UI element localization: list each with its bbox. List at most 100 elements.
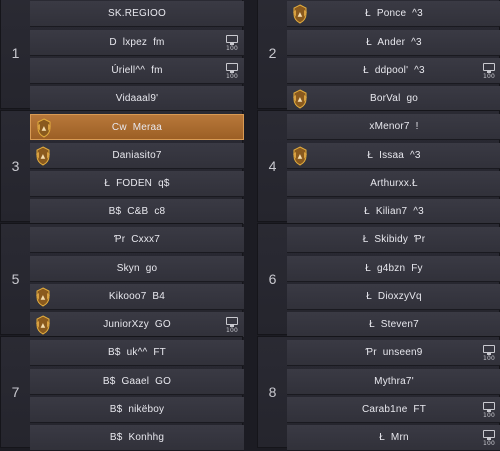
rank-badge-icon: ▲ [291,89,309,109]
player-name: Kikooo7 B4 [108,291,166,302]
player-slot[interactable]: Ł Kilian7 ^3 [287,199,500,225]
player-slot[interactable]: Mythra7' [287,369,500,395]
player-slot[interactable]: ▲ JuniorXzy GO 100 [30,312,244,338]
player-name: BorVal go [370,93,418,104]
player-slot[interactable]: ▲ BorVal go [287,86,500,112]
player-slot[interactable]: ▲ Daniasito7 [30,143,244,169]
player-name: Ł Ander ^3 [366,37,422,48]
team-number: 7 [11,384,20,400]
team-3-panel: 3 ▲ Cw Meraa ▲ Daniasito7 Ł FODEN q$ B$ C&B c8 [0,110,244,225]
spectate-monitor-icon[interactable]: 100 [481,344,497,362]
spectate-monitor-icon[interactable]: 100 [481,401,497,419]
player-slot[interactable]: B$ nikëboy [30,397,244,423]
player-name: Ł Kilian7 ^3 [364,206,424,217]
monitor-label: 100 [482,412,496,419]
player-name: SK.REGIOO [108,8,166,19]
spectate-monitor-icon[interactable]: 100 [224,316,240,334]
player-name: Ƥr Cxxx7 [113,234,160,245]
player-name: Ł g4bzn Fy [365,263,423,274]
player-slot[interactable]: B$ C&B c8 [30,199,244,225]
team-6-panel: 6 Ł Skibidy Ƥr Ł g4bzn Fy Ł DioxzyVq Ł Steve… [257,223,500,338]
player-name: B$ nikëboy [109,404,165,415]
player-name: B$ uk^^ FT [108,347,166,358]
svg-text:▲: ▲ [42,125,47,132]
player-name: Ł Steven7 [369,319,419,330]
monitor-label: 100 [225,327,239,334]
player-slot[interactable]: D lxpez fm 100 [30,30,244,56]
player-slot[interactable]: ▲ Kikooo7 B4 [30,284,244,310]
player-slot[interactable]: ▲ Ł Ponce ^3 [287,1,500,27]
team-number: 6 [268,271,277,287]
svg-text:▲: ▲ [298,11,303,18]
player-name: xMenor7 ! [369,121,419,132]
monitor-label: 100 [482,440,496,447]
player-name: Ƥr unseen9 [365,347,423,358]
monitor-label: 100 [482,355,496,362]
player-slot[interactable]: B$ Konhhg [30,425,244,451]
player-slot[interactable]: Ł Ander ^3 [287,30,500,56]
player-slot[interactable]: Úriell^^ fm 100 [30,58,244,84]
player-slot[interactable]: Carab1ne FT 100 [287,397,500,423]
player-name: Ł Skibidy Ƥr [362,234,426,245]
player-name: Mythra7' [374,376,414,387]
player-name: B$ C&B c8 [108,206,166,217]
player-slot[interactable]: Ƥr Cxxx7 [30,227,244,253]
svg-text:▲: ▲ [298,153,303,160]
player-slot[interactable]: Ł FODEN q$ [30,171,244,197]
rank-badge-icon: ▲ [34,315,52,335]
svg-text:▲: ▲ [41,322,46,329]
player-slot[interactable]: Ł g4bzn Fy [287,256,500,282]
player-slot[interactable]: SK.REGIOO [30,1,244,27]
spectate-monitor-icon[interactable]: 100 [481,429,497,447]
player-slot[interactable]: Vidaaal9' [30,86,244,112]
player-name: Arthurxx.Ł [370,178,418,189]
player-slot[interactable]: Ł ddpool' ^3 100 [287,58,500,84]
player-name: Ł Ponce ^3 [365,8,423,19]
player-name: Skyn go [116,263,158,274]
team-number: 8 [268,384,277,400]
monitor-label: 100 [225,73,239,80]
team-5-panel: 5 Ƥr Cxxx7 Skyn go ▲ Kikooo7 B4 ▲ JuniorXzy GO… [0,223,244,338]
team-number: 3 [11,158,20,174]
team-7-panel: 7 B$ uk^^ FT B$ Gaael GO B$ nikëboy B$ Konhh… [0,336,244,451]
team-8-panel: 8 Ƥr unseen9 100 Mythra7' Carab1ne FT 100 Ł Mr… [257,336,500,451]
rank-badge-icon: ▲ [291,4,309,24]
player-name: Ł Issaa ^3 [367,150,421,161]
player-name: Cw Meraa [111,121,163,133]
player-name: Daniasito7 [112,150,162,161]
spectate-monitor-icon[interactable]: 100 [224,62,240,80]
svg-text:▲: ▲ [41,153,46,160]
player-slot[interactable]: Ł Mrn 100 [287,425,500,451]
player-slot[interactable]: Ƥr unseen9 100 [287,340,500,366]
player-name: B$ Gaael GO [102,376,172,387]
player-slot[interactable]: B$ Gaael GO [30,369,244,395]
team-number: 2 [268,45,277,61]
player-name: Ł Mrn [379,432,409,443]
player-slot[interactable]: Ł Skibidy Ƥr [287,227,500,253]
player-slot[interactable]: ▲ Ł Issaa ^3 [287,143,500,169]
svg-text:▲: ▲ [298,96,303,103]
player-slot[interactable]: Ł Steven7 [287,312,500,338]
player-slot[interactable]: B$ uk^^ FT [30,340,244,366]
player-slot[interactable]: xMenor7 ! [287,114,500,140]
monitor-label: 100 [225,45,239,52]
svg-text:▲: ▲ [41,294,46,301]
monitor-label: 100 [482,73,496,80]
player-name: Ł FODEN q$ [104,178,170,189]
player-name: D lxpez fm [109,37,165,48]
player-name: Ł ddpool' ^3 [363,65,425,76]
player-slot[interactable]: ▲ Cw Meraa [30,114,244,140]
team-2-panel: 2 ▲ Ł Ponce ^3 Ł Ander ^3 Ł ddpool' ^3 100 ▲ Bo… [257,0,500,112]
player-slot[interactable]: Ł DioxzyVq [287,284,500,310]
player-name: Ł DioxzyVq [366,291,422,302]
player-slot[interactable]: Arthurxx.Ł [287,171,500,197]
spectate-monitor-icon[interactable]: 100 [224,34,240,52]
player-slot[interactable]: Skyn go [30,256,244,282]
rank-badge-icon: ▲ [291,146,309,166]
team-number: 5 [11,271,20,287]
spectate-monitor-icon[interactable]: 100 [481,62,497,80]
rank-badge-icon: ▲ [34,287,52,307]
player-name: B$ Konhhg [109,432,165,443]
player-name: Carab1ne FT [361,404,427,415]
player-name: Vidaaal9' [115,93,159,104]
